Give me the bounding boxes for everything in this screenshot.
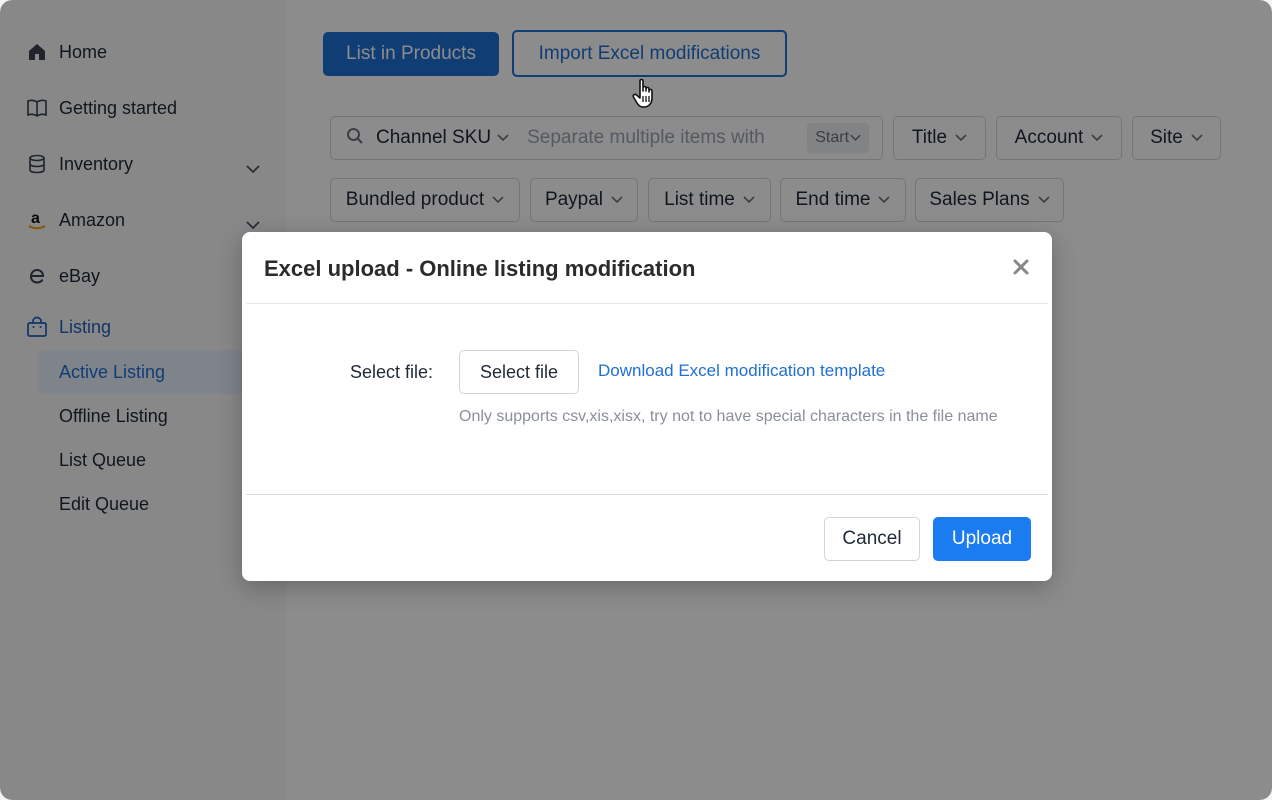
- file-type-hint: Only supports csv,xis,xisx, try not to h…: [459, 408, 998, 425]
- app-window: Home Getting started Inventory a Amazon: [0, 0, 1272, 800]
- close-icon[interactable]: [1012, 258, 1030, 276]
- upload-button[interactable]: Upload: [933, 517, 1031, 561]
- excel-upload-dialog: Excel upload - Online listing modificati…: [242, 232, 1052, 581]
- download-template-link[interactable]: Download Excel modification template: [598, 361, 885, 381]
- dialog-header-divider: [246, 303, 1048, 304]
- dialog-title: Excel upload - Online listing modificati…: [264, 256, 696, 281]
- cancel-button[interactable]: Cancel: [824, 517, 920, 561]
- select-file-label: Select file:: [350, 362, 434, 382]
- select-file-button[interactable]: Select file: [459, 350, 579, 394]
- hand-pointer-cursor-icon: [630, 76, 662, 115]
- dialog-footer-divider: [246, 494, 1048, 495]
